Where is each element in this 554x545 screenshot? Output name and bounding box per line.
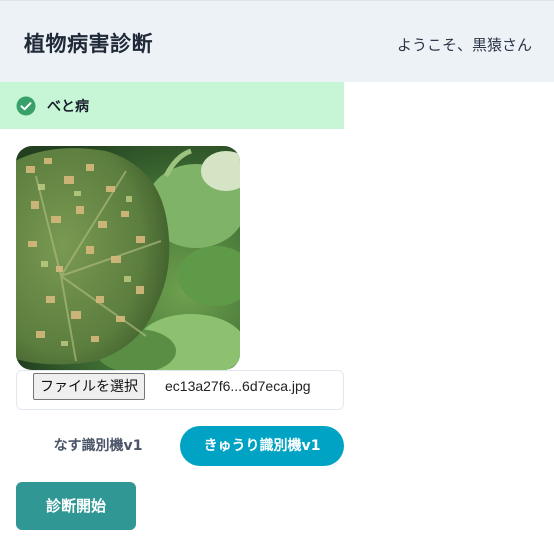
diagnosis-label: べと病 xyxy=(47,99,89,115)
welcome-message: ようこそ、黒猿さん xyxy=(396,36,532,54)
model-cucumber-v1-button[interactable]: きゅうり識別機v1 xyxy=(180,426,344,466)
check-circle-icon xyxy=(16,96,36,116)
choose-file-button[interactable]: ファイルを選択 xyxy=(33,373,145,400)
selected-file-name: ec13a27f6...6d7eca.jpg xyxy=(165,378,311,394)
diagnosis-result-alert: べと病 xyxy=(0,82,344,129)
file-upload-field[interactable]: ファイルを選択 ec13a27f6...6d7eca.jpg xyxy=(16,370,344,410)
start-diagnosis-button[interactable]: 診断開始 xyxy=(16,482,136,530)
app-header: 植物病害診断 ようこそ、黒猿さん xyxy=(0,0,554,82)
cucumber-leaf-image xyxy=(16,146,240,370)
model-eggplant-v1-button[interactable]: なす識別機v1 xyxy=(16,426,180,466)
leaf-image-preview xyxy=(16,146,240,370)
app-title: 植物病害診断 xyxy=(24,32,153,56)
